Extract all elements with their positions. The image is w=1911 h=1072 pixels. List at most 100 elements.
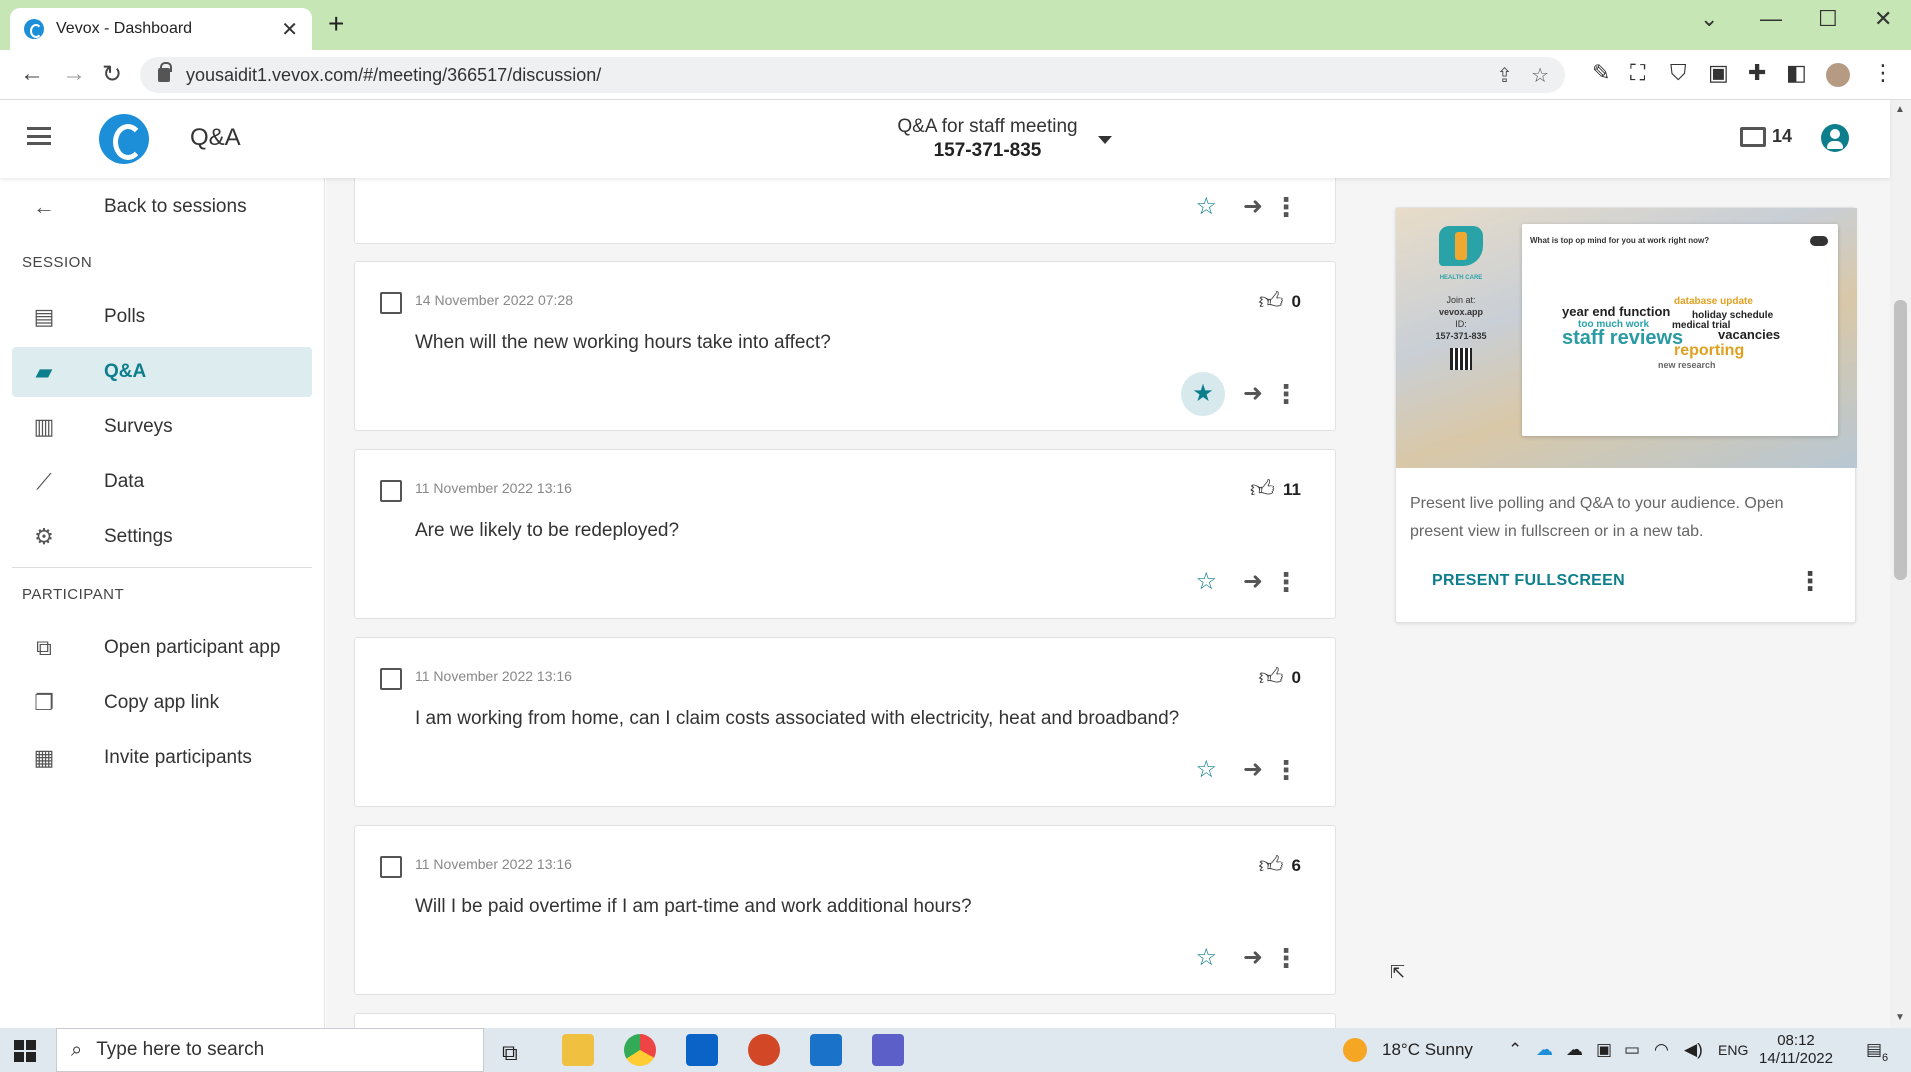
- move-to-folder-icon[interactable]: ➜: [1243, 756, 1263, 784]
- outlook-icon[interactable]: [686, 1034, 718, 1066]
- sidebar-item-qa[interactable]: ▰ Q&A: [12, 347, 312, 397]
- file-explorer-icon[interactable]: [562, 1034, 594, 1066]
- connected-devices[interactable]: 14: [1740, 126, 1792, 147]
- sidebar-item-invite-participants[interactable]: ▦ Invite participants: [12, 733, 312, 783]
- preview-screen: What is top op mind for you at work righ…: [1522, 224, 1838, 436]
- bookmark-star-icon[interactable]: ☆: [1531, 63, 1549, 88]
- taskbar-clock[interactable]: 08:12 14/11/2022: [1746, 1032, 1846, 1068]
- wifi-icon[interactable]: ◠: [1654, 1040, 1669, 1060]
- star-icon[interactable]: ☆: [1195, 944, 1217, 972]
- sidebar: ← Back to sessions SESSION ▤ Polls ▰ Q&A…: [0, 178, 325, 1028]
- question-checkbox[interactable]: [380, 668, 402, 690]
- scroll-down-icon[interactable]: ▼: [1895, 1012, 1905, 1023]
- preview-join-url: vevox.app: [1438, 307, 1484, 317]
- more-options-icon[interactable]: ⋮: [1273, 193, 1299, 221]
- chrome-icon[interactable]: [624, 1034, 656, 1066]
- search-placeholder: Type here to search: [96, 1039, 265, 1060]
- page-scrollbar[interactable]: ▲ ▼: [1890, 100, 1911, 1028]
- move-to-folder-icon[interactable]: ➜: [1243, 193, 1263, 221]
- tab-search-chevron-icon[interactable]: ⌄: [1700, 6, 1718, 32]
- clock-date: 14/11/2022: [1759, 1050, 1833, 1067]
- data-icon: ⟋: [36, 469, 52, 494]
- remote-desktop-icon[interactable]: [810, 1034, 842, 1066]
- star-icon[interactable]: ☆: [1195, 568, 1217, 596]
- extension-pen-icon[interactable]: ✎: [1592, 60, 1610, 86]
- more-options-icon[interactable]: ⋮: [1273, 944, 1299, 972]
- thumbs-up-icon: 👍︎: [1258, 664, 1284, 691]
- present-preview[interactable]: HEALTH CARE Join at: vevox.app ID: 157-3…: [1396, 208, 1857, 468]
- scroll-up-icon[interactable]: ▲: [1895, 104, 1905, 115]
- back-arrow-icon[interactable]: ←: [20, 60, 44, 88]
- present-more-options-icon[interactable]: ⋮: [1797, 566, 1823, 597]
- share-icon[interactable]: ⇪: [1496, 63, 1513, 88]
- task-view-icon[interactable]: ⧉: [502, 1040, 518, 1066]
- teams-icon[interactable]: [872, 1034, 904, 1066]
- reload-icon[interactable]: ↻: [102, 60, 122, 89]
- like-number: 0: [1291, 668, 1301, 687]
- extension-screenshot-icon[interactable]: ⛶: [1630, 60, 1645, 86]
- weather-text[interactable]: 18°C Sunny: [1382, 1040, 1473, 1060]
- windows-start-icon[interactable]: [14, 1040, 36, 1062]
- sidebar-item-surveys[interactable]: ▥ Surveys: [12, 402, 312, 452]
- onedrive-icon[interactable]: ☁: [1536, 1040, 1553, 1060]
- new-tab-button[interactable]: +: [328, 10, 344, 38]
- account-icon[interactable]: [1821, 124, 1849, 152]
- extensions-puzzle-icon[interactable]: ✚: [1748, 60, 1766, 86]
- address-bar[interactable]: yousaidit1.vevox.com/#/meeting/366517/di…: [140, 57, 1565, 93]
- more-options-icon[interactable]: ⋮: [1273, 756, 1299, 784]
- language-indicator[interactable]: ENG: [1718, 1042, 1748, 1058]
- tray-chevron-icon[interactable]: ⌃: [1508, 1040, 1522, 1060]
- like-count: 👍︎ 11: [1250, 476, 1301, 504]
- question-date: 11 November 2022 13:16: [415, 856, 572, 872]
- scrollbar-thumb[interactable]: [1894, 300, 1907, 580]
- present-fullscreen-button[interactable]: PRESENT FULLSCREEN: [1432, 572, 1625, 590]
- sidebar-item-label: Back to sessions: [104, 196, 247, 217]
- sidebar-item-polls[interactable]: ▤ Polls: [12, 292, 312, 342]
- battery-icon[interactable]: ▭: [1624, 1040, 1640, 1060]
- maximize-icon[interactable]: ☐: [1818, 6, 1838, 32]
- extension-save-icon[interactable]: ▣: [1708, 60, 1729, 86]
- question-checkbox[interactable]: [380, 856, 402, 878]
- powerpoint-icon[interactable]: [748, 1034, 780, 1066]
- notification-icon[interactable]: ▤: [1866, 1040, 1882, 1060]
- sidebar-item-label: Copy app link: [104, 692, 220, 713]
- move-to-folder-icon[interactable]: ➜: [1243, 380, 1263, 408]
- window-close-icon[interactable]: ✕: [1874, 6, 1892, 32]
- hamburger-menu-icon[interactable]: [27, 127, 51, 145]
- question-checkbox[interactable]: [380, 292, 402, 314]
- more-options-icon[interactable]: ⋮: [1273, 568, 1299, 596]
- sidebar-item-open-participant-app[interactable]: ⧉ Open participant app: [12, 623, 312, 673]
- word-cloud-word: reporting: [1674, 342, 1745, 359]
- side-panel-icon[interactable]: ◧: [1786, 60, 1807, 86]
- back-to-sessions-link[interactable]: ← Back to sessions: [12, 182, 312, 232]
- taskbar-search-input[interactable]: ⌕ Type here to search: [56, 1028, 484, 1072]
- vevox-logo[interactable]: [99, 114, 149, 164]
- browser-menu-icon[interactable]: ⋮: [1872, 60, 1894, 86]
- move-to-folder-icon[interactable]: ➜: [1243, 944, 1263, 972]
- more-options-icon[interactable]: ⋮: [1273, 380, 1299, 408]
- onedrive-personal-icon[interactable]: ☁: [1566, 1040, 1583, 1060]
- forward-arrow-icon[interactable]: →: [62, 60, 86, 88]
- qa-icon: ▰: [35, 359, 53, 384]
- tab-close-icon[interactable]: ✕: [281, 17, 298, 42]
- extension-shield-icon[interactable]: ⛉: [1670, 60, 1687, 86]
- star-filled-icon[interactable]: ★: [1181, 372, 1225, 416]
- device-icon[interactable]: ▣: [1596, 1040, 1612, 1060]
- question-text: When will the new working hours take int…: [415, 332, 831, 353]
- star-icon[interactable]: ☆: [1195, 756, 1217, 784]
- preview-id-label: ID:: [1455, 319, 1467, 329]
- sidebar-item-settings[interactable]: ⚙ Settings: [12, 512, 312, 562]
- volume-icon[interactable]: ◀): [1684, 1040, 1703, 1060]
- browser-tab[interactable]: Vevox - Dashboard ✕: [10, 8, 312, 50]
- question-card: 11 November 2022 13:16 Will I be paid ov…: [354, 825, 1336, 995]
- minimize-icon[interactable]: —: [1760, 6, 1782, 32]
- move-to-folder-icon[interactable]: ➜: [1243, 568, 1263, 596]
- session-name[interactable]: Q&A for staff meeting: [880, 116, 1095, 138]
- session-code[interactable]: 157-371-835: [880, 140, 1095, 162]
- session-dropdown-icon[interactable]: [1098, 136, 1112, 144]
- star-icon[interactable]: ☆: [1195, 193, 1217, 221]
- profile-avatar[interactable]: [1826, 63, 1850, 87]
- question-checkbox[interactable]: [380, 480, 402, 502]
- sidebar-item-data[interactable]: ⟋ Data: [12, 457, 312, 507]
- sidebar-item-copy-app-link[interactable]: ❐ Copy app link: [12, 678, 312, 728]
